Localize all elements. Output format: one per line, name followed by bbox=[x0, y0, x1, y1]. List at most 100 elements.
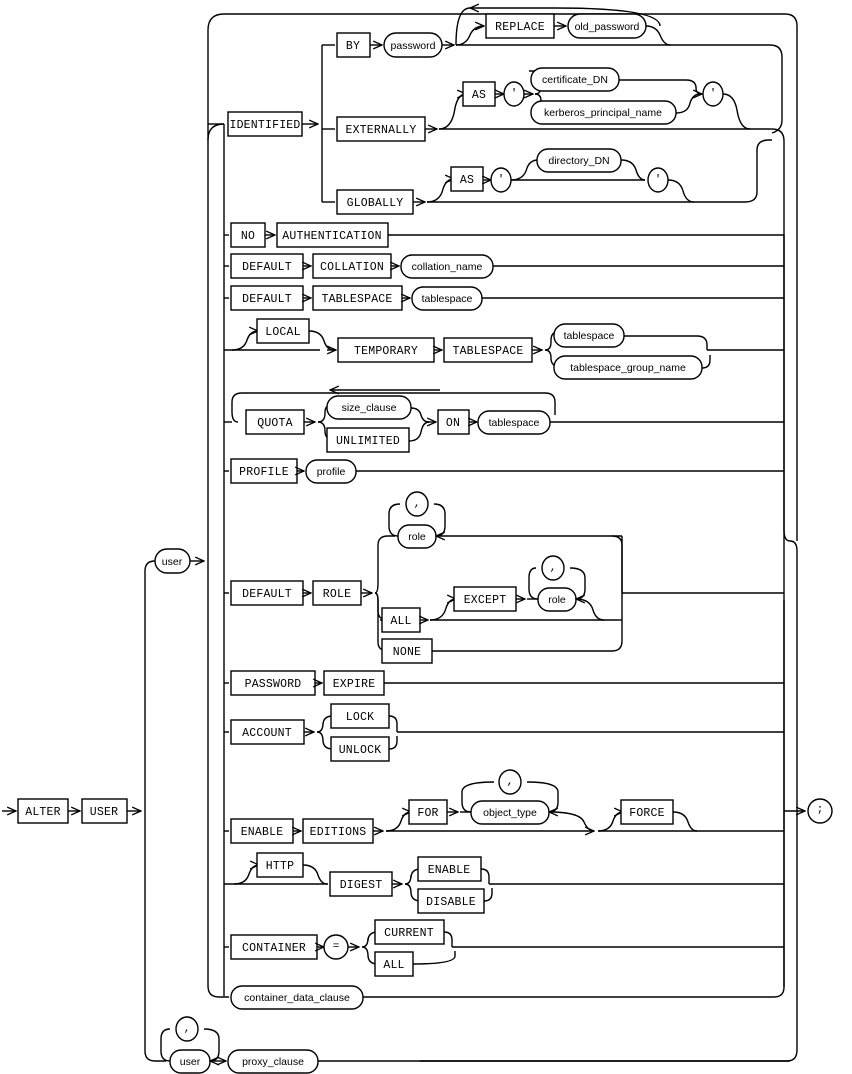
keyword-default-collation-label: DEFAULT bbox=[242, 261, 292, 274]
keyword-expire-label: EXPIRE bbox=[333, 678, 376, 691]
branch-account[interactable]: ACCOUNT LOCK UNLOCK bbox=[224, 703, 398, 762]
punct-quote-open-externally-label: ' bbox=[511, 88, 518, 100]
nonterminal-role-except-label: role bbox=[548, 594, 566, 606]
punct-quote-open-globally: ' bbox=[490, 167, 512, 193]
nonterminal-password-label: password bbox=[391, 40, 436, 52]
branch-local-temporary-tablespace[interactable]: LOCAL TEMPORARY TABLESPACE tablespace ta… bbox=[224, 318, 711, 380]
branch-no-authentication[interactable]: NO AUTHENTICATION bbox=[224, 222, 389, 248]
option-identified-globally[interactable]: GLOBALLY bbox=[336, 189, 414, 215]
branch-container[interactable]: CONTAINER = CURRENT ALL bbox=[224, 919, 456, 977]
keyword-quota-label: QUOTA bbox=[257, 417, 293, 430]
keyword-editions-label: EDITIONS bbox=[310, 826, 367, 839]
keyword-local-label: LOCAL bbox=[265, 326, 301, 339]
option-identified-externally-label: EXTERNALLY bbox=[345, 124, 416, 137]
nonterminal-kerberos-principal-name[interactable]: kerberos_principal_name bbox=[530, 100, 677, 125]
nonterminal-collation-name-label: collation_name bbox=[412, 261, 483, 273]
branch-password-expire[interactable]: PASSWORD EXPIRE bbox=[224, 670, 385, 696]
keyword-as-externally-label: AS bbox=[472, 89, 486, 102]
branch-identified[interactable]: IDENTIFIED bbox=[207, 111, 303, 141]
terminator-semicolon: ; bbox=[807, 798, 833, 824]
keyword-all-container-label: ALL bbox=[383, 959, 404, 972]
keyword-unlimited-label: UNLIMITED bbox=[336, 435, 400, 448]
nonterminal-tablespace-temp-label: tablespace bbox=[564, 330, 615, 342]
keyword-tablespace-label: TABLESPACE bbox=[321, 293, 392, 306]
nonterminal-object-type-label: object_type bbox=[483, 807, 537, 819]
keyword-on-label: ON bbox=[446, 417, 460, 430]
keyword-replace[interactable]: REPLACE bbox=[485, 13, 555, 39]
punct-quote-close-globally: ' bbox=[647, 167, 669, 193]
keyword-profile-label: PROFILE bbox=[239, 466, 289, 479]
keyword-alter[interactable]: ALTER bbox=[17, 798, 69, 824]
punct-comma-role-except: , bbox=[550, 562, 557, 574]
branch-profile[interactable]: PROFILE profile bbox=[224, 458, 357, 484]
keyword-role-label: ROLE bbox=[323, 588, 351, 601]
keyword-user[interactable]: USER bbox=[81, 798, 128, 824]
keyword-lock-label: LOCK bbox=[346, 711, 374, 724]
keyword-digest-label: DIGEST bbox=[340, 879, 383, 892]
branch-default-collation[interactable]: DEFAULT COLLATION collation_name bbox=[224, 253, 494, 279]
keyword-enable-digest-label: ENABLE bbox=[428, 864, 471, 877]
keyword-password-label: PASSWORD bbox=[245, 678, 302, 691]
branch-quota[interactable]: QUOTA size_clause UNLIMITED ON tablespac… bbox=[224, 390, 556, 453]
punct-comma-role-default: , bbox=[414, 498, 421, 510]
nonterminal-tablespace-group-name-label: tablespace_group_name bbox=[570, 362, 686, 374]
branch-default-role[interactable]: DEFAULT ROLE role , ALL EXCEPT role , NO… bbox=[224, 491, 623, 664]
nonterminal-proxy-clause-label: proxy_clause bbox=[242, 1056, 304, 1068]
nonterminal-password[interactable]: password bbox=[383, 32, 443, 58]
keyword-as-globally-label: AS bbox=[460, 174, 474, 187]
nonterminal-certificate-dn-label: certificate_DN bbox=[542, 74, 608, 86]
nonterminal-user-main-label: user bbox=[162, 556, 183, 568]
entry-split-rail bbox=[144, 560, 166, 1062]
keyword-temporary-label: TEMPORARY bbox=[354, 345, 418, 358]
options-spine bbox=[207, 13, 798, 998]
branch-spine bbox=[208, 123, 225, 996]
keyword-as-externally[interactable]: AS bbox=[462, 81, 496, 107]
branch-container-data-clause[interactable]: container_data_clause bbox=[230, 985, 364, 1010]
nonterminal-old-password[interactable]: old_password bbox=[567, 13, 647, 39]
keyword-current-label: CURRENT bbox=[384, 927, 434, 940]
keyword-as-globally[interactable]: AS bbox=[450, 166, 484, 192]
keyword-account-label: ACCOUNT bbox=[242, 727, 292, 740]
terminator-semicolon-label: ; bbox=[817, 804, 824, 816]
branch-default-tablespace[interactable]: DEFAULT TABLESPACE tablespace bbox=[224, 285, 483, 311]
nonterminal-directory-dn[interactable]: directory_DN bbox=[536, 148, 622, 173]
keyword-none-label: NONE bbox=[393, 646, 421, 659]
punct-quote-close-externally-label: ' bbox=[710, 88, 717, 100]
nonterminal-tablespace-quota-label: tablespace bbox=[489, 417, 540, 429]
keyword-collation-label: COLLATION bbox=[320, 261, 384, 274]
keyword-disable-digest-label: DISABLE bbox=[426, 896, 476, 909]
keyword-no-label: NO bbox=[241, 230, 255, 243]
keyword-default-role-label: DEFAULT bbox=[242, 588, 292, 601]
nonterminal-kerberos-principal-name-label: kerberos_principal_name bbox=[544, 107, 662, 119]
branch-enable-editions[interactable]: ENABLE EDITIONS FOR object_type , FORCE bbox=[224, 769, 784, 844]
nonterminal-size-clause-label: size_clause bbox=[342, 402, 397, 414]
keyword-force-label: FORCE bbox=[629, 807, 665, 820]
keyword-except-label: EXCEPT bbox=[464, 594, 507, 607]
punct-comma-object-type: , bbox=[507, 776, 514, 788]
keyword-enable-editions-label: ENABLE bbox=[241, 826, 284, 839]
nonterminal-old-password-label: old_password bbox=[575, 21, 640, 33]
keyword-tablespace-temp-label: TABLESPACE bbox=[452, 345, 523, 358]
punct-equals-container: = bbox=[333, 941, 340, 953]
nonterminal-profile-label: profile bbox=[317, 466, 346, 478]
branch-http-digest[interactable]: HTTP DIGEST ENABLE DISABLE bbox=[224, 852, 493, 914]
keyword-http-label: HTTP bbox=[266, 860, 294, 873]
keyword-for-label: FOR bbox=[417, 807, 438, 820]
keyword-authentication-label: AUTHENTICATION bbox=[282, 230, 381, 243]
keyword-user-label: USER bbox=[90, 806, 118, 819]
nonterminal-user-main[interactable]: user bbox=[154, 548, 191, 574]
branch-proxy[interactable]: user , proxy_clause bbox=[160, 1016, 319, 1074]
punct-quote-open-externally: ' bbox=[503, 81, 525, 107]
nonterminal-user-proxy-label: user bbox=[180, 1056, 201, 1068]
punct-comma-user-proxy: , bbox=[184, 1023, 191, 1035]
nonterminal-certificate-dn[interactable]: certificate_DN bbox=[530, 67, 620, 92]
keyword-unlock-label: UNLOCK bbox=[339, 744, 382, 757]
option-identified-externally[interactable]: EXTERNALLY bbox=[336, 116, 426, 142]
punct-quote-close-globally-label: ' bbox=[655, 174, 662, 186]
nonterminal-container-data-clause-label: container_data_clause bbox=[244, 992, 350, 1004]
keyword-default-tablespace-label: DEFAULT bbox=[242, 293, 292, 306]
nonterminal-directory-dn-label: directory_DN bbox=[548, 155, 609, 167]
nonterminal-role-default-label: role bbox=[408, 531, 426, 543]
option-identified-by[interactable]: BY bbox=[336, 32, 371, 58]
option-identified-by-label: BY bbox=[346, 40, 360, 53]
